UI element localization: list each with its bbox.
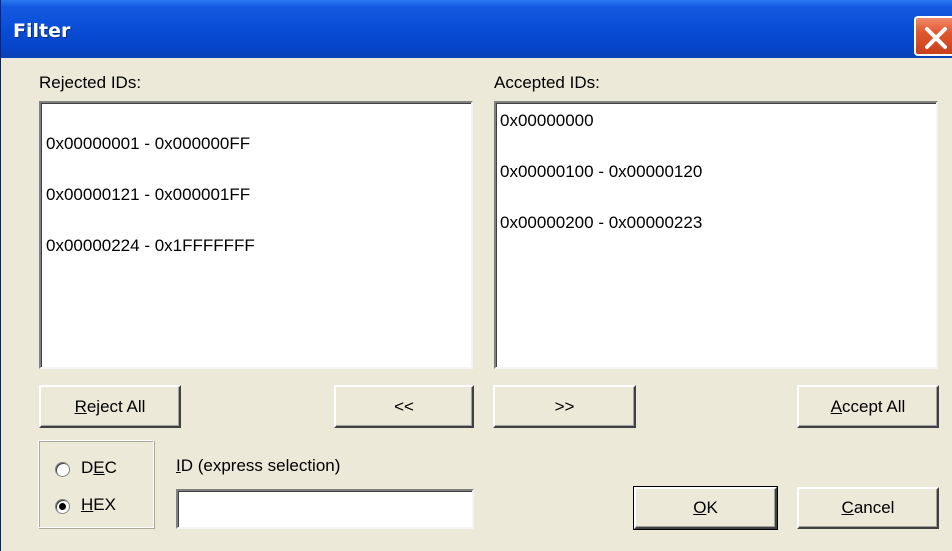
- close-button[interactable]: [914, 16, 952, 56]
- dec-radio[interactable]: [55, 462, 70, 477]
- ok-label: OK: [693, 498, 718, 517]
- move-to-accepted-button[interactable]: >>: [493, 385, 636, 428]
- cancel-button[interactable]: Cancel: [797, 487, 939, 529]
- title-bar[interactable]: Filter: [1, 0, 952, 58]
- move-to-rejected-button[interactable]: <<: [334, 385, 474, 428]
- hex-radio[interactable]: [55, 499, 70, 514]
- filter-dialog: Filter Rejected IDs: 0x00000001 - 0x0000…: [0, 0, 952, 551]
- accepted-ids-list[interactable]: 0x00000000 0x00000100 - 0x00000120 0x000…: [494, 101, 938, 369]
- list-item[interactable]: 0x00000001 - 0x000000FF: [46, 134, 250, 154]
- list-item[interactable]: 0x00000200 - 0x00000223: [500, 213, 702, 233]
- dec-radio-label[interactable]: DEC: [81, 458, 117, 478]
- id-express-input[interactable]: [176, 489, 474, 529]
- rejected-ids-label: Rejected IDs:: [39, 73, 142, 92]
- close-icon: [925, 27, 947, 49]
- ok-button[interactable]: OK: [633, 486, 778, 530]
- radix-group: DEC HEX: [38, 440, 154, 528]
- list-item[interactable]: 0x00000224 - 0x1FFFFFFF: [46, 236, 255, 256]
- reject-all-label: Reject All: [74, 396, 146, 416]
- move-left-label: <<: [394, 396, 414, 416]
- accept-all-button[interactable]: Accept All: [797, 385, 939, 428]
- list-item[interactable]: 0x00000000: [500, 111, 594, 131]
- list-item[interactable]: 0x00000100 - 0x00000120: [500, 162, 702, 182]
- express-selection-label: ID (express selection): [176, 456, 341, 475]
- hex-radio-label[interactable]: HEX: [81, 495, 116, 515]
- reject-all-button[interactable]: Reject All: [39, 385, 181, 428]
- accept-all-label: Accept All: [830, 396, 906, 416]
- cancel-label: Cancel: [841, 498, 895, 517]
- window-title: Filter: [13, 20, 71, 42]
- move-right-label: >>: [554, 396, 575, 416]
- list-item[interactable]: 0x00000121 - 0x000001FF: [46, 185, 250, 205]
- accepted-ids-label: Accepted IDs:: [494, 73, 600, 92]
- rejected-ids-list[interactable]: 0x00000001 - 0x000000FF 0x00000121 - 0x0…: [39, 101, 473, 369]
